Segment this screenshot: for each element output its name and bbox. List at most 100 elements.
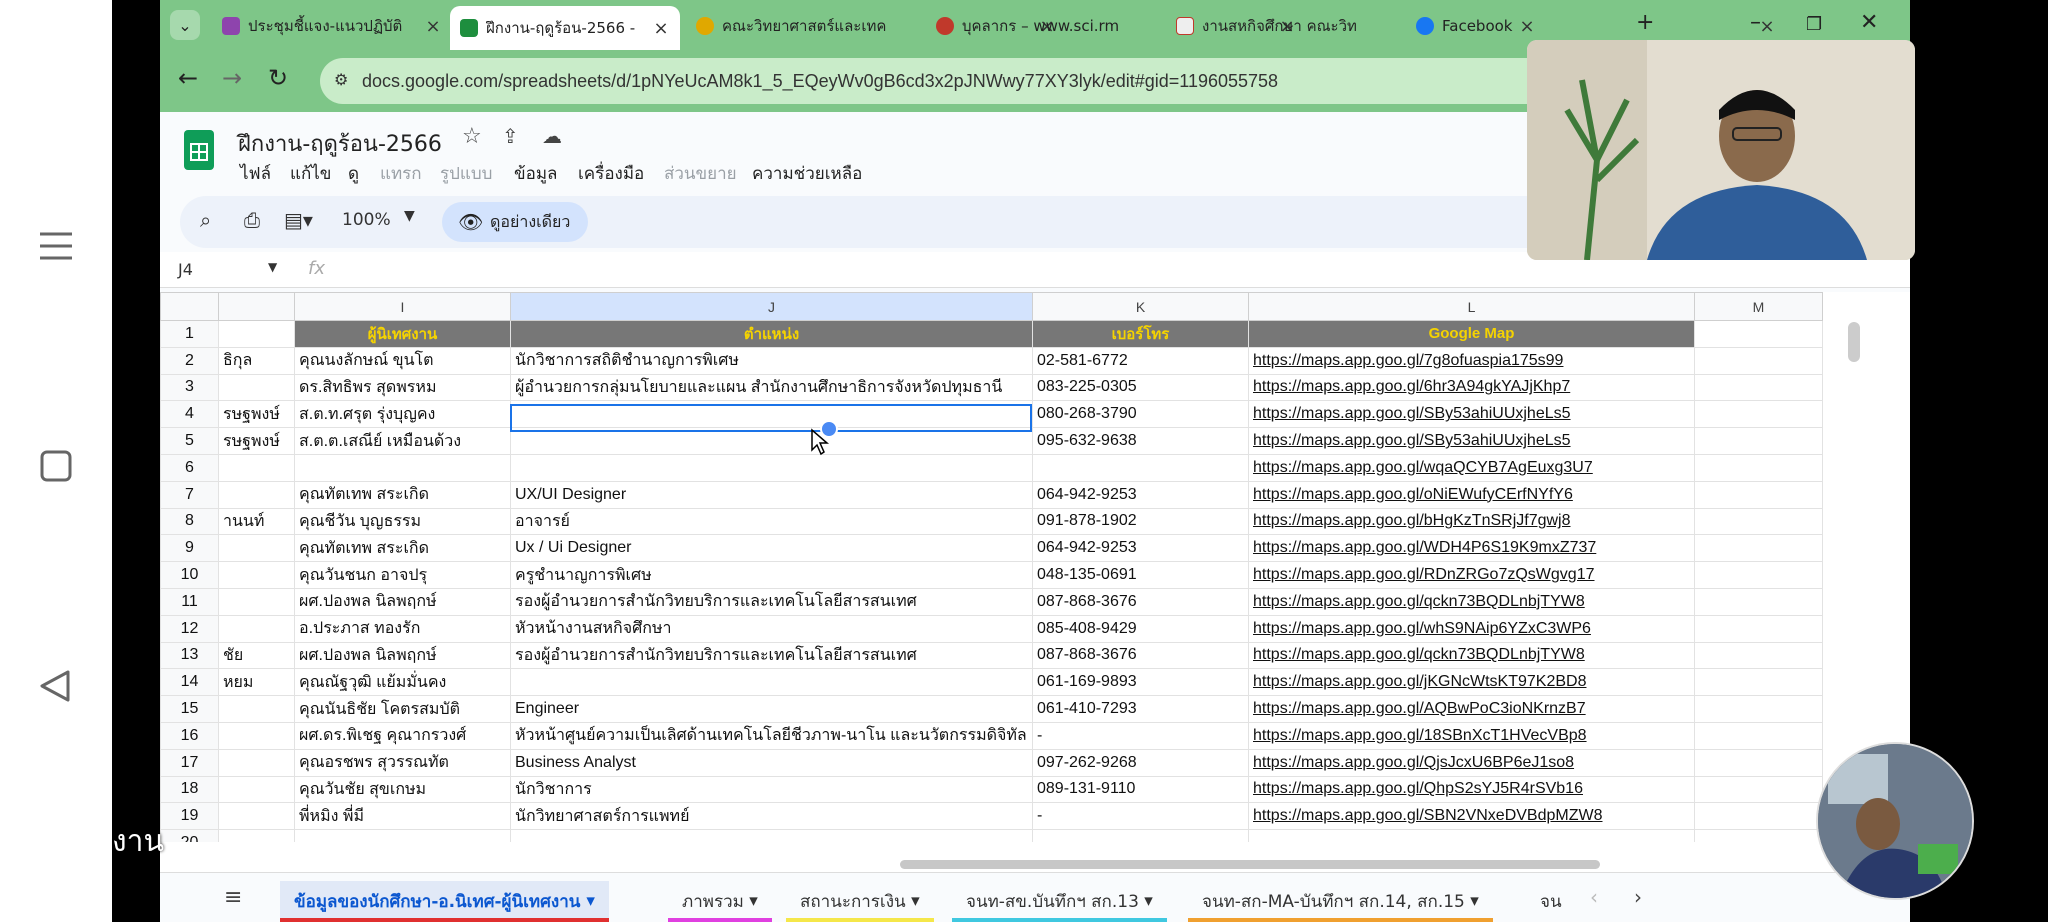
cell-m[interactable] xyxy=(1694,829,1823,842)
cell-m[interactable] xyxy=(1694,721,1823,750)
cell-k[interactable]: 064-942-9253 xyxy=(1032,534,1249,563)
cell-k[interactable]: - xyxy=(1032,802,1249,831)
cell-i[interactable]: คุณทัตเทพ สระเกิด xyxy=(294,480,511,509)
sheets-logo-icon[interactable] xyxy=(184,130,214,170)
cell-l[interactable]: https://maps.app.goo.gl/QjsJcxU6BP6eJ1so… xyxy=(1248,748,1695,777)
header-cell[interactable]: Google Map xyxy=(1248,320,1695,348)
cell-k[interactable]: 080-268-3790 xyxy=(1032,400,1249,429)
cell-h[interactable] xyxy=(218,802,295,831)
cell-l[interactable]: https://maps.app.goo.gl/7g8ofuaspia175s9… xyxy=(1248,346,1695,375)
cell-l[interactable]: https://maps.app.goo.gl/QhpS2sYJ5R4rSVb1… xyxy=(1248,775,1695,804)
home-icon[interactable] xyxy=(36,446,76,486)
cell-k[interactable]: 083-225-0305 xyxy=(1032,373,1249,402)
cell-l[interactable]: https://maps.app.goo.gl/6hr3A94gkYAJjKhp… xyxy=(1248,373,1695,402)
cell-l[interactable]: https://maps.app.goo.gl/WDH4P6S19K9mxZ73… xyxy=(1248,534,1695,563)
cell-h[interactable]: หยม xyxy=(218,668,295,697)
cell-j[interactable]: Engineer xyxy=(510,695,1033,723)
cell-m[interactable] xyxy=(1694,748,1823,777)
cell-i[interactable]: พี่หมิง พี่มี xyxy=(294,802,511,831)
view-only-button[interactable]: 👁 ดูอย่างเดียว xyxy=(442,202,589,242)
row-header[interactable]: 2 xyxy=(160,346,219,375)
cell-m[interactable] xyxy=(1694,587,1823,616)
cell-i[interactable]: คุณวันชนก อาจปรุ xyxy=(294,561,511,589)
row-header[interactable]: 1 xyxy=(160,320,219,348)
menu-file[interactable]: ไฟล์ xyxy=(240,160,271,187)
menu-data[interactable]: ข้อมูล xyxy=(514,160,557,187)
column-header-M[interactable]: M xyxy=(1694,292,1823,321)
cell-h[interactable]: รษฐพงษ์ xyxy=(218,427,295,455)
tab-1[interactable]: ประชุมชี้แจง-แนวปฏิบัติ × xyxy=(212,6,452,46)
cell-h[interactable] xyxy=(218,614,295,643)
cell-m[interactable] xyxy=(1694,453,1823,482)
cell-m[interactable] xyxy=(1694,427,1823,455)
header-cell[interactable]: ผู้นิเทศงาน xyxy=(294,320,511,348)
cell-h[interactable] xyxy=(218,453,295,482)
row-header[interactable]: 17 xyxy=(160,748,219,777)
cell-h[interactable] xyxy=(218,721,295,750)
cell-l[interactable]: https://maps.app.goo.gl/SBy53ahiUUxjheLs… xyxy=(1248,400,1695,429)
cell-h[interactable] xyxy=(218,829,295,842)
row-header[interactable]: 10 xyxy=(160,561,219,589)
cell-m[interactable] xyxy=(1694,373,1823,402)
row-header[interactable]: 13 xyxy=(160,641,219,670)
row-header[interactable]: 19 xyxy=(160,802,219,831)
cell-m[interactable] xyxy=(1694,507,1823,536)
row-header[interactable]: 6 xyxy=(160,453,219,482)
cell-j[interactable]: รองผู้อำนวยการสำนักวิทยบริการและเทคโนโลย… xyxy=(510,587,1033,616)
cell-h[interactable]: ธิกุล xyxy=(218,346,295,375)
vertical-scrollbar[interactable] xyxy=(1848,322,1860,362)
header-cell[interactable] xyxy=(1694,320,1823,348)
cell-h[interactable]: ชัย xyxy=(218,641,295,670)
cell-m[interactable] xyxy=(1694,641,1823,670)
horizontal-scrollbar[interactable] xyxy=(900,860,1600,869)
cell-i[interactable]: ผศ.ดร.พิเชฐ คุณากรวงศ์ xyxy=(294,721,511,750)
cell-h[interactable]: รษฐพงษ์ xyxy=(218,400,295,429)
site-info-icon[interactable]: ⚙ xyxy=(334,70,348,89)
cell-h[interactable] xyxy=(218,748,295,777)
row-header[interactable]: 11 xyxy=(160,587,219,616)
cell-m[interactable] xyxy=(1694,668,1823,697)
sheet-tab-6[interactable]: จน xyxy=(1526,881,1582,921)
column-header-J[interactable]: J xyxy=(510,292,1033,321)
cell-h[interactable] xyxy=(218,373,295,402)
cell-l[interactable] xyxy=(1248,829,1695,842)
cell-m[interactable] xyxy=(1694,534,1823,563)
window-close-icon[interactable]: ✕ xyxy=(1860,10,1878,35)
back-arrow-icon[interactable]: ← xyxy=(178,64,198,92)
row-header[interactable]: 18 xyxy=(160,775,219,804)
row-header[interactable]: 7 xyxy=(160,480,219,509)
cell-h[interactable] xyxy=(218,534,295,563)
cell-j[interactable]: นักวิชาการสถิติชำนาญการพิเศษ xyxy=(510,346,1033,375)
cell-k[interactable]: 061-169-9893 xyxy=(1032,668,1249,697)
select-all-corner[interactable] xyxy=(160,292,219,321)
cell-k[interactable]: 064-942-9253 xyxy=(1032,480,1249,509)
cell-m[interactable] xyxy=(1694,480,1823,509)
cell-i[interactable]: คุณนงลักษณ์ ขุนโต xyxy=(294,346,511,375)
cell-k[interactable]: 048-135-0691 xyxy=(1032,561,1249,589)
cell-j[interactable] xyxy=(510,427,1033,455)
cell-k[interactable]: 087-868-3676 xyxy=(1032,587,1249,616)
tab-2-active[interactable]: ฝึกงาน-ฤดูร้อน-2566 - × xyxy=(450,6,680,50)
cell-k[interactable]: 061-410-7293 xyxy=(1032,695,1249,723)
row-header[interactable]: 4 xyxy=(160,400,219,429)
cell-i[interactable]: คุณนันธิชัย โคตรสมบัติ xyxy=(294,695,511,723)
document-title[interactable]: ฝึกงาน-ฤดูร้อน-2566 xyxy=(238,126,442,161)
sheet-tab-4[interactable]: จนท-สข.บันทึกฯ สก.13 ▾ xyxy=(952,881,1167,922)
recent-apps-icon[interactable] xyxy=(36,226,76,266)
name-box[interactable]: J4 xyxy=(178,260,193,279)
cell-i[interactable]: ผศ.ปองพล นิลพฤกษ์ xyxy=(294,587,511,616)
row-header[interactable]: 14 xyxy=(160,668,219,697)
cell-k[interactable] xyxy=(1032,829,1249,842)
cell-i[interactable]: คุณทัตเทพ สระเกิด xyxy=(294,534,511,563)
cell-l[interactable]: https://maps.app.goo.gl/RDnZRGo7zQsWgvg1… xyxy=(1248,561,1695,589)
cell-h[interactable] xyxy=(218,587,295,616)
cell-m[interactable] xyxy=(1694,775,1823,804)
cell-i[interactable]: ส.ต.ต.เสณีย์ เหมือนด้วง xyxy=(294,427,511,455)
cell-h[interactable] xyxy=(218,695,295,723)
column-header-L[interactable]: L xyxy=(1248,292,1695,321)
close-icon[interactable]: × xyxy=(652,18,670,39)
all-sheets-menu-icon[interactable]: ≡ xyxy=(224,885,242,910)
cell-k[interactable]: 097-262-9268 xyxy=(1032,748,1249,777)
cell-i[interactable]: ส.ต.ท.ศรุต รุ่งบุญคง xyxy=(294,400,511,429)
print-icon[interactable]: ⎙ xyxy=(244,208,260,232)
